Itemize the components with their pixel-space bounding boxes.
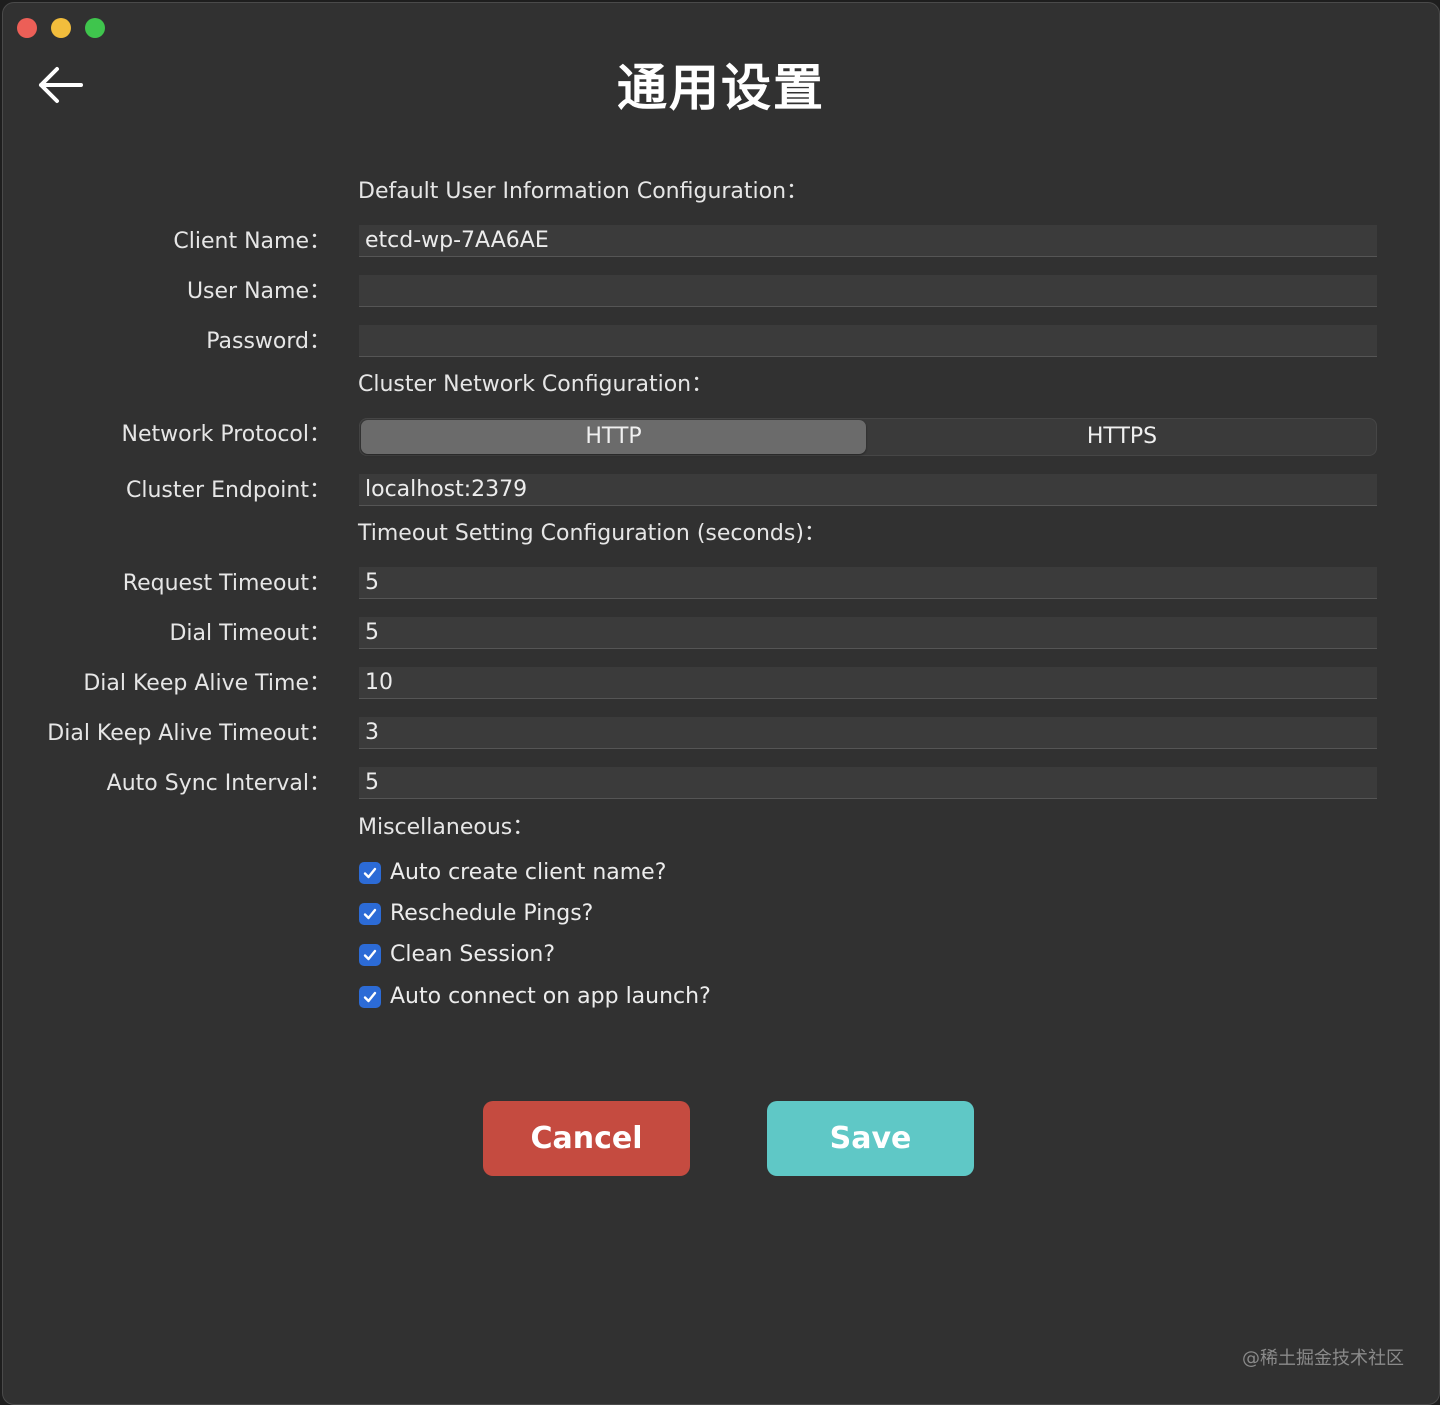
checkbox-auto-create-client-name[interactable]: Auto create client name? <box>359 858 666 888</box>
section-misc: Miscellaneous： <box>358 815 535 840</box>
save-button[interactable]: Save <box>767 1101 974 1176</box>
keep-alive-time-input[interactable] <box>359 667 1377 699</box>
section-timeout: Timeout Setting Configuration (seconds)： <box>358 521 826 546</box>
endpoint-label: Cluster Endpoint： <box>126 478 331 503</box>
checkbox-auto-connect[interactable]: Auto connect on app launch? <box>359 982 711 1012</box>
protocol-option-http[interactable]: HTTP <box>361 420 866 454</box>
section-network: Cluster Network Configuration： <box>358 372 714 397</box>
protocol-label: Network Protocol： <box>121 422 331 447</box>
minimize-window-button[interactable] <box>51 18 71 38</box>
dial-timeout-label: Dial Timeout： <box>169 621 331 646</box>
user-name-label: User Name： <box>186 279 331 304</box>
checkmark-icon[interactable] <box>359 944 381 966</box>
watermark: @稀土掘金技术社区 <box>1242 1348 1404 1369</box>
checkbox-reschedule-pings[interactable]: Reschedule Pings? <box>359 899 593 929</box>
checkbox-label: Auto connect on app launch? <box>390 984 711 1009</box>
settings-window: 通用设置 Default User Information Configurat… <box>2 2 1440 1405</box>
page-title: 通用设置 <box>617 59 825 117</box>
checkmark-icon[interactable] <box>359 986 381 1008</box>
auto-sync-label: Auto Sync Interval： <box>106 771 331 796</box>
keep-alive-timeout-input[interactable] <box>359 717 1377 749</box>
client-name-label: Client Name： <box>173 229 331 254</box>
keep-alive-time-label: Dial Keep Alive Time： <box>83 671 331 696</box>
endpoint-input[interactable] <box>359 474 1377 506</box>
checkmark-icon[interactable] <box>359 903 381 925</box>
section-user-info: Default User Information Configuration： <box>358 179 809 204</box>
checkbox-label: Reschedule Pings? <box>390 901 594 926</box>
checkmark-icon[interactable] <box>359 862 381 884</box>
checkbox-clean-session[interactable]: Clean Session? <box>359 940 555 970</box>
maximize-window-button[interactable] <box>85 18 105 38</box>
checkbox-label: Auto create client name? <box>390 860 667 885</box>
protocol-segmented-control: HTTP HTTPS <box>359 418 1377 456</box>
password-label: Password： <box>206 329 331 354</box>
keep-alive-timeout-label: Dial Keep Alive Timeout： <box>47 721 331 746</box>
close-window-button[interactable] <box>17 18 37 38</box>
auto-sync-input[interactable] <box>359 767 1377 799</box>
password-input[interactable] <box>359 325 1377 357</box>
request-timeout-input[interactable] <box>359 567 1377 599</box>
user-name-input[interactable] <box>359 275 1377 307</box>
checkbox-label: Clean Session? <box>390 942 556 967</box>
protocol-option-https[interactable]: HTTPS <box>868 420 1376 454</box>
cancel-button[interactable]: Cancel <box>483 1101 690 1176</box>
request-timeout-label: Request Timeout： <box>122 571 331 596</box>
dial-timeout-input[interactable] <box>359 617 1377 649</box>
client-name-input[interactable] <box>359 225 1377 257</box>
